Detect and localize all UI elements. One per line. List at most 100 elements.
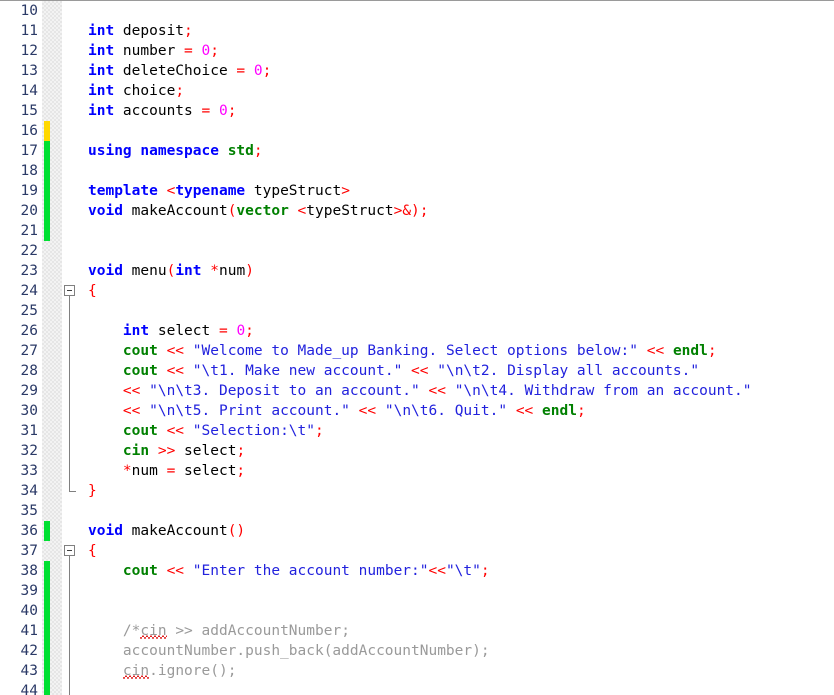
code-line[interactable]: 13int deleteChoice = 0; [0, 61, 834, 81]
code-line[interactable]: 23void menu(int *num) [0, 261, 834, 281]
code-line[interactable]: 40 [0, 601, 834, 621]
change-bar-saved [44, 641, 50, 661]
code-token-kw: void [88, 203, 123, 219]
code-line[interactable]: 27 cout << "Welcome to Made_up Banking. … [0, 341, 834, 361]
fold-guide-line [69, 561, 70, 581]
line-number: 10 [0, 1, 38, 21]
code-line[interactable]: 31 cout << "Selection:\t"; [0, 421, 834, 441]
code-token-id [140, 403, 149, 419]
code-text[interactable]: { [88, 541, 97, 561]
line-number: 26 [0, 321, 38, 341]
code-text[interactable]: int deleteChoice = 0; [88, 61, 271, 81]
code-text[interactable]: void menu(int *num) [88, 261, 254, 281]
code-line[interactable]: 16 [0, 121, 834, 141]
change-bar-saved [44, 561, 50, 581]
code-line[interactable]: 32 cin >> select; [0, 441, 834, 461]
code-line[interactable]: 38 cout << "Enter the account number:"<<… [0, 561, 834, 581]
code-text[interactable]: using namespace std; [88, 141, 263, 161]
line-number: 42 [0, 641, 38, 661]
code-token-id [88, 443, 123, 459]
code-text[interactable]: int accounts = 0; [88, 101, 236, 121]
code-line[interactable]: 44 [0, 681, 834, 695]
code-line[interactable]: 12int number = 0; [0, 41, 834, 61]
code-line[interactable]: 41 /*cin >> addAccountNumber; [0, 621, 834, 641]
code-token-kw: int [88, 83, 114, 99]
code-text[interactable]: << "\n\t5. Print account." << "\n\t6. Qu… [88, 401, 586, 421]
code-line[interactable]: 39 [0, 581, 834, 601]
code-line[interactable]: 33 *num = select; [0, 461, 834, 481]
code-token-id: accounts [114, 103, 201, 119]
code-text[interactable]: *num = select; [88, 461, 245, 481]
code-text[interactable]: void makeAccount() [88, 521, 245, 541]
code-line[interactable]: 21 [0, 221, 834, 241]
code-text[interactable]: << "\n\t3. Deposit to an account." << "\… [88, 381, 752, 401]
code-line[interactable]: 22 [0, 241, 834, 261]
code-text[interactable]: void makeAccount(vector <typeStruct>&); [88, 201, 429, 221]
code-line[interactable]: 26 int select = 0; [0, 321, 834, 341]
code-line[interactable]: 15int accounts = 0; [0, 101, 834, 121]
code-text[interactable]: cout << "Welcome to Made_up Banking. Sel… [88, 341, 717, 361]
code-line[interactable]: 19template <typename typeStruct> [0, 181, 834, 201]
code-line[interactable]: 14int choice; [0, 81, 834, 101]
code-token-op: = [167, 463, 176, 479]
code-line[interactable]: 30 << "\n\t5. Print account." << "\n\t6.… [0, 401, 834, 421]
code-token-op: << [167, 563, 184, 579]
code-token-id [245, 63, 254, 79]
code-token-op: ; [228, 103, 237, 119]
code-token-id [149, 443, 158, 459]
code-text[interactable]: cin.ignore(); [88, 661, 236, 681]
code-line[interactable]: 18 [0, 161, 834, 181]
code-line[interactable]: 20void makeAccount(vector <typeStruct>&)… [0, 201, 834, 221]
code-line[interactable]: 28 cout << "\t1. Make new account." << "… [0, 361, 834, 381]
code-token-id [202, 263, 211, 279]
code-token-op: = [202, 103, 211, 119]
code-editor[interactable]: 1011int deposit;12int number = 0;13int d… [0, 0, 834, 695]
code-line[interactable]: 37{ [0, 541, 834, 561]
code-text[interactable]: int choice; [88, 81, 184, 101]
code-text[interactable]: /*cin >> addAccountNumber; [88, 621, 350, 641]
code-token-id [446, 383, 455, 399]
code-token-op: = [219, 323, 228, 339]
code-token-num: 0 [219, 103, 228, 119]
code-text[interactable]: template <typename typeStruct> [88, 181, 350, 201]
fold-guide-line [69, 321, 70, 341]
code-line[interactable]: 43 cin.ignore(); [0, 661, 834, 681]
code-line[interactable]: 10 [0, 1, 834, 21]
code-text[interactable]: cout << "Enter the account number:"<<"\t… [88, 561, 490, 581]
code-line[interactable]: 24{ [0, 281, 834, 301]
fold-guide-line [69, 681, 70, 695]
code-text[interactable]: } [88, 481, 97, 501]
code-text[interactable]: cin >> select; [88, 441, 245, 461]
code-token-id [376, 403, 385, 419]
code-text[interactable]: { [88, 281, 97, 301]
code-text[interactable]: accountNumber.push_back(addAccountNumber… [88, 641, 490, 661]
code-text[interactable]: int deposit; [88, 21, 193, 41]
fold-guide-line [69, 301, 70, 321]
code-line[interactable]: 36void makeAccount() [0, 521, 834, 541]
code-token-id [88, 423, 123, 439]
code-line[interactable]: 42 accountNumber.push_back(addAccountNum… [0, 641, 834, 661]
code-token-kw: typename [175, 183, 245, 199]
code-text[interactable]: int number = 0; [88, 41, 219, 61]
code-line[interactable]: 35 [0, 501, 834, 521]
fold-collapse-icon[interactable] [64, 545, 75, 556]
line-number: 30 [0, 401, 38, 421]
code-text[interactable]: cout << "\t1. Make new account." << "\n\… [88, 361, 699, 381]
code-token-op: = [184, 43, 193, 59]
line-number: 28 [0, 361, 38, 381]
code-text[interactable]: int select = 0; [88, 321, 254, 341]
code-token-id [429, 363, 438, 379]
code-line[interactable]: 34} [0, 481, 834, 501]
code-token-op: << [411, 363, 428, 379]
code-line[interactable]: 29 << "\n\t3. Deposit to an account." <<… [0, 381, 834, 401]
code-line[interactable]: 17using namespace std; [0, 141, 834, 161]
fold-collapse-icon[interactable] [64, 285, 75, 296]
code-text[interactable]: cout << "Selection:\t"; [88, 421, 324, 441]
code-token-id [350, 403, 359, 419]
code-token-str: "\n\t3. Deposit to an account." [149, 383, 420, 399]
code-line[interactable]: 11int deposit; [0, 21, 834, 41]
code-token-op: ; [175, 83, 184, 99]
code-token-id: num [132, 463, 167, 479]
code-token-str: "Enter the account number:" [193, 563, 429, 579]
code-line[interactable]: 25 [0, 301, 834, 321]
